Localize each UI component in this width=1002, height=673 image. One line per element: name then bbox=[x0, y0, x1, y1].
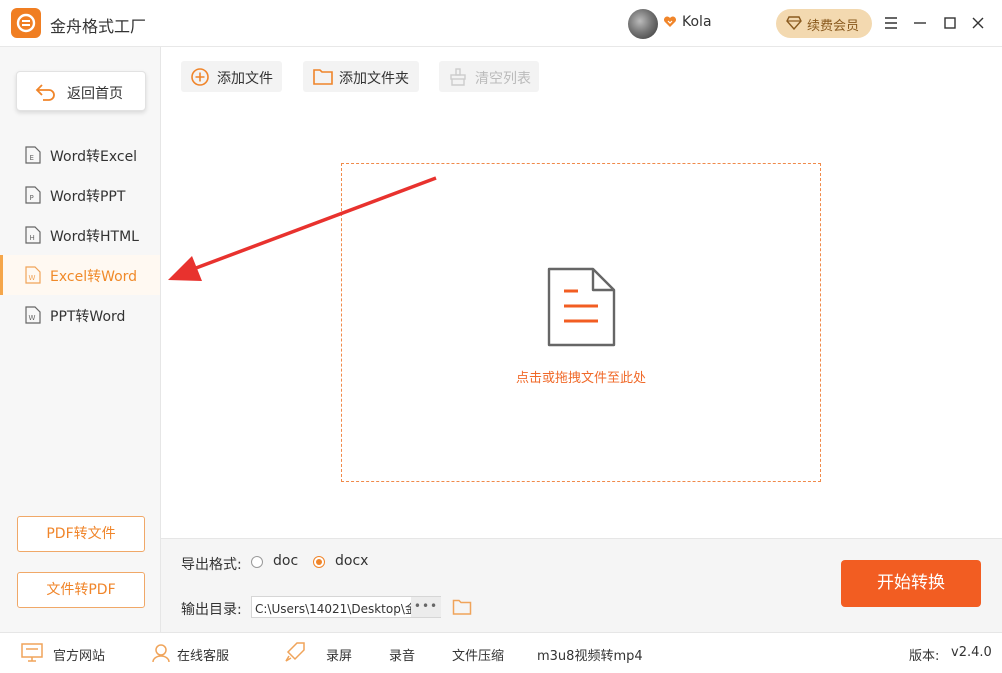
version-label: 版本: bbox=[909, 649, 940, 664]
renew-membership-button[interactable]: 续费会员 bbox=[776, 9, 872, 38]
clear-list-button[interactable]: 清空列表 bbox=[439, 61, 539, 92]
clear-list-label: 清空列表 bbox=[475, 71, 531, 87]
menu-icon[interactable] bbox=[880, 12, 902, 34]
renew-label: 续费会员 bbox=[807, 19, 860, 34]
monitor-icon bbox=[21, 643, 43, 662]
m3u8-convert-link[interactable]: m3u8视频转mp4 bbox=[537, 645, 643, 664]
sidebar-item-ppt-to-word[interactable]: W PPT转Word bbox=[0, 295, 160, 335]
add-folder-label: 添加文件夹 bbox=[339, 71, 409, 87]
user-avatar[interactable] bbox=[628, 9, 658, 39]
back-arrow-icon bbox=[35, 84, 55, 101]
sidebar-item-label: Word转HTML bbox=[50, 229, 139, 245]
output-settings-panel: 导出格式: doc docx 输出目录: C:\Users\14021\Desk… bbox=[161, 538, 1002, 632]
add-circle-icon bbox=[191, 68, 209, 86]
sidebar-item-label: Word转Excel bbox=[50, 149, 138, 165]
diamond-icon bbox=[786, 16, 802, 30]
add-file-button[interactable]: 添加文件 bbox=[181, 61, 282, 92]
folder-icon bbox=[313, 69, 333, 85]
vip-heart-icon bbox=[663, 16, 677, 27]
sidebar-item-word-to-ppt[interactable]: P Word转PPT bbox=[0, 175, 160, 215]
output-dir-label: 输出目录: bbox=[181, 602, 242, 618]
svg-text:H: H bbox=[30, 234, 35, 242]
record-audio-link[interactable]: 录音 bbox=[389, 645, 415, 664]
status-bar: 官方网站 在线客服 录屏 录音 文件压缩 m3u8视频转mp4 版本: v2.4… bbox=[0, 632, 1002, 673]
minimize-icon[interactable] bbox=[909, 12, 931, 34]
format-docx-label[interactable]: docx bbox=[335, 553, 368, 569]
app-title: 金舟格式工厂 bbox=[50, 17, 147, 36]
document-e-icon: E bbox=[25, 146, 41, 164]
open-folder-icon[interactable] bbox=[452, 598, 472, 616]
close-icon[interactable] bbox=[967, 12, 989, 34]
file-to-pdf-button[interactable]: 文件转PDF bbox=[17, 572, 145, 608]
file-drop-zone[interactable]: 点击或拖拽文件至此处 bbox=[341, 163, 821, 482]
start-convert-button[interactable]: 开始转换 bbox=[841, 560, 981, 607]
svg-text:W: W bbox=[29, 274, 36, 282]
online-service-link[interactable]: 在线客服 bbox=[177, 645, 229, 664]
sidebar-item-label: Excel转Word bbox=[50, 269, 138, 285]
browse-more-button[interactable]: ••• bbox=[411, 597, 441, 617]
app-window: 金舟格式工厂 Kola 续费会员 返回首页 E Word转Excel P Wor… bbox=[0, 0, 1002, 673]
back-home-label: 返回首页 bbox=[67, 86, 123, 102]
add-folder-button[interactable]: 添加文件夹 bbox=[303, 61, 419, 92]
pdf-to-file-button[interactable]: PDF转文件 bbox=[17, 516, 145, 552]
add-file-label: 添加文件 bbox=[217, 71, 273, 87]
version-value: v2.4.0 bbox=[951, 645, 992, 660]
rocket-icon bbox=[285, 642, 305, 662]
customer-service-icon bbox=[152, 644, 170, 663]
sidebar-item-label: Word转PPT bbox=[50, 189, 126, 205]
sidebar-item-word-to-excel[interactable]: E Word转Excel bbox=[0, 135, 160, 175]
format-doc-radio[interactable] bbox=[251, 556, 263, 568]
maximize-icon[interactable] bbox=[939, 12, 961, 34]
svg-text:E: E bbox=[30, 154, 34, 162]
app-logo-icon bbox=[11, 8, 41, 38]
document-w-icon: W bbox=[25, 306, 41, 324]
svg-text:W: W bbox=[29, 314, 36, 322]
broom-icon bbox=[450, 68, 466, 86]
back-home-button[interactable]: 返回首页 bbox=[16, 71, 146, 111]
official-website-link[interactable]: 官方网站 bbox=[53, 645, 105, 664]
sidebar-item-excel-to-word[interactable]: W Excel转Word bbox=[0, 255, 160, 295]
file-compress-link[interactable]: 文件压缩 bbox=[452, 645, 504, 664]
username[interactable]: Kola bbox=[682, 14, 712, 30]
svg-text:P: P bbox=[30, 194, 34, 202]
document-h-icon: H bbox=[25, 226, 41, 244]
export-format-label: 导出格式: bbox=[181, 557, 242, 573]
document-lines-icon bbox=[547, 267, 616, 347]
format-docx-radio[interactable] bbox=[313, 556, 325, 568]
sidebar-item-word-to-html[interactable]: H Word转HTML bbox=[0, 215, 160, 255]
document-w-icon: W bbox=[25, 266, 41, 284]
document-p-icon: P bbox=[25, 186, 41, 204]
title-bar: 金舟格式工厂 Kola 续费会员 bbox=[0, 0, 1002, 47]
record-screen-link[interactable]: 录屏 bbox=[326, 645, 352, 664]
format-doc-label[interactable]: doc bbox=[273, 553, 298, 569]
sidebar-item-label: PPT转Word bbox=[50, 309, 126, 325]
sidebar: 返回首页 E Word转Excel P Word转PPT H Word转HTML bbox=[0, 47, 161, 632]
drop-hint: 点击或拖拽文件至此处 bbox=[515, 371, 646, 386]
